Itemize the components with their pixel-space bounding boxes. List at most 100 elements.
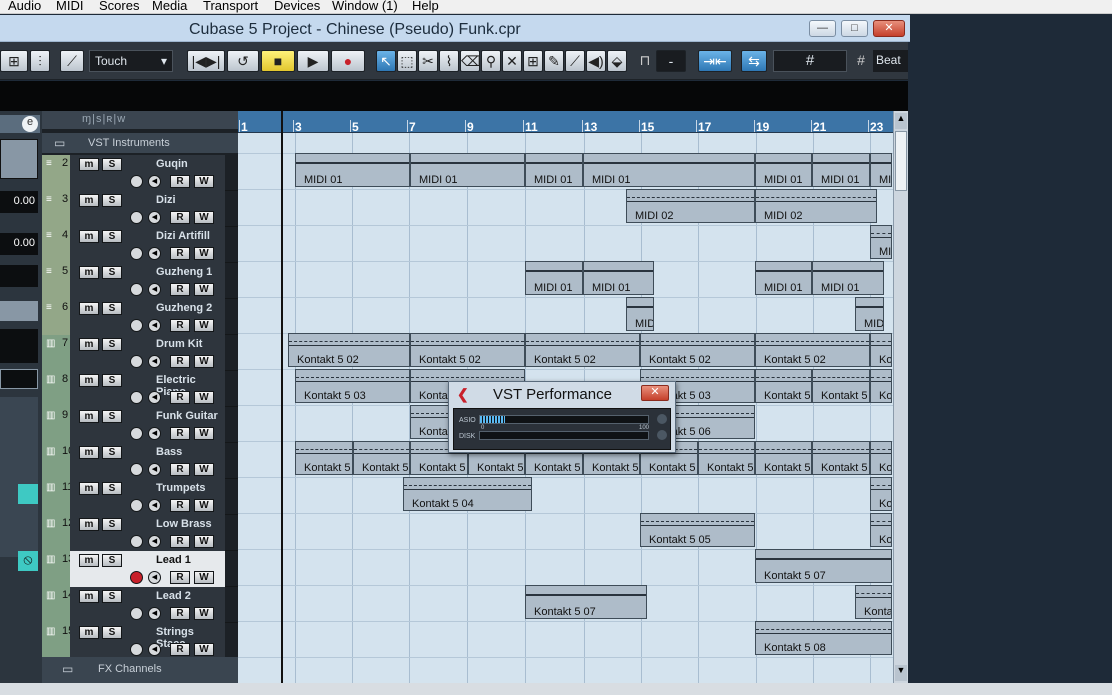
- write-automation-button[interactable]: W: [194, 463, 214, 476]
- event-part[interactable]: Kontakt 5: [353, 441, 410, 475]
- vertical-scrollbar[interactable]: ▲ ▼: [893, 111, 908, 683]
- read-automation-button[interactable]: R: [170, 175, 190, 188]
- project-cursor[interactable]: [281, 111, 283, 683]
- event-part[interactable]: MIDI 01: [812, 261, 884, 295]
- read-automation-button[interactable]: R: [170, 391, 190, 404]
- monitor-button[interactable]: ◀: [148, 607, 161, 620]
- read-automation-button[interactable]: R: [170, 607, 190, 620]
- range-tool-icon[interactable]: ⬚: [397, 50, 417, 72]
- disk-overload-icon[interactable]: [657, 430, 667, 440]
- event-part[interactable]: MI: [870, 153, 892, 187]
- read-automation-button[interactable]: R: [170, 283, 190, 296]
- record-enable-button[interactable]: [130, 211, 143, 224]
- inspector-field[interactable]: [0, 265, 38, 287]
- record-enable-button[interactable]: [130, 319, 143, 332]
- event-part[interactable]: MIDI 02: [626, 189, 755, 223]
- event-part[interactable]: MIDI 01: [525, 261, 583, 295]
- event-part[interactable]: Kontakt 5 02: [410, 333, 525, 367]
- split-tool-icon[interactable]: ✂: [418, 50, 438, 72]
- record-enable-button[interactable]: [130, 175, 143, 188]
- record-enable-button[interactable]: [130, 355, 143, 368]
- track-name[interactable]: Dizi: [156, 194, 176, 206]
- track-row[interactable]: ≡ 2 m S Guqin ◀ R W: [42, 155, 238, 191]
- read-automation-button[interactable]: R: [170, 463, 190, 476]
- event-part[interactable]: MIDI: [626, 297, 654, 331]
- track-row[interactable]: ≡ 6 m S Guzheng 2 ◀ R W: [42, 299, 238, 335]
- quantize-select[interactable]: Beat: [873, 50, 908, 72]
- folder-track[interactable]: ▭ VST Instruments: [42, 133, 238, 153]
- mute-button[interactable]: m: [79, 446, 99, 459]
- rewind-to-start-button[interactable]: |◀▶|: [187, 50, 225, 72]
- track-row[interactable]: ▥ 13 m S Lead 1 ◀ R W: [42, 551, 238, 587]
- input-routing-icon[interactable]: [0, 301, 38, 321]
- event-part[interactable]: Kontakt 5 02: [755, 333, 870, 367]
- monitor-button[interactable]: ◀: [148, 247, 161, 260]
- event-part[interactable]: Kontakt 5: [755, 369, 812, 403]
- snap-type-select[interactable]: -: [656, 50, 686, 72]
- event-part[interactable]: Kontakt 5 07: [525, 585, 647, 619]
- record-enable-button[interactable]: [130, 535, 143, 548]
- event-part[interactable]: Ko: [870, 441, 892, 475]
- track-name[interactable]: Electric Piano: [156, 374, 225, 398]
- write-automation-button[interactable]: W: [194, 607, 214, 620]
- read-automation-button[interactable]: R: [170, 427, 190, 440]
- solo-button[interactable]: S: [102, 518, 122, 531]
- constrain-icon[interactable]: ⊞: [0, 50, 28, 72]
- write-automation-button[interactable]: W: [194, 571, 214, 584]
- inspector-field[interactable]: [0, 329, 38, 363]
- menu-transport[interactable]: Transport: [203, 0, 258, 13]
- no-entry-icon[interactable]: ⦸: [18, 551, 38, 571]
- play-tool-icon[interactable]: ◀): [586, 50, 606, 72]
- minimize-button[interactable]: —: [809, 20, 836, 37]
- edit-instrument-icon[interactable]: e: [22, 116, 38, 132]
- mute-button[interactable]: m: [79, 302, 99, 315]
- mute-button[interactable]: m: [79, 230, 99, 243]
- event-part[interactable]: Ko: [870, 513, 892, 547]
- line-tool-icon[interactable]: ⟋: [565, 50, 585, 72]
- inspector-buttons[interactable]: [0, 139, 38, 179]
- record-enable-button[interactable]: [130, 463, 143, 476]
- event-part[interactable]: Kontakt 5 04: [403, 477, 532, 511]
- scroll-down-icon[interactable]: ▼: [895, 665, 907, 681]
- menu-scores[interactable]: Scores: [99, 0, 139, 13]
- event-part[interactable]: Kontakt 5: [755, 441, 812, 475]
- solo-button[interactable]: S: [102, 266, 122, 279]
- maximize-button[interactable]: □: [841, 20, 868, 37]
- monitor-button[interactable]: ◀: [148, 319, 161, 332]
- event-part[interactable]: Kontakt 5 08: [755, 621, 892, 655]
- event-part[interactable]: Kontakt 5: [295, 441, 353, 475]
- event-part[interactable]: MI: [870, 225, 892, 259]
- write-automation-button[interactable]: W: [194, 499, 214, 512]
- track-name[interactable]: Strings Stacc: [156, 626, 225, 650]
- auto-scroll-icon[interactable]: ⊓: [637, 50, 653, 72]
- track-name[interactable]: Drum Kit: [156, 338, 202, 350]
- quantize-icon[interactable]: #: [852, 50, 870, 72]
- read-automation-button[interactable]: R: [170, 319, 190, 332]
- track-row[interactable]: ▥15 mS Strings Stacc◀ RW: [42, 623, 238, 659]
- event-part[interactable]: MIDI 01: [755, 261, 812, 295]
- event-part[interactable]: Kontakt 5 02: [288, 333, 410, 367]
- monitor-button[interactable]: ◀: [148, 463, 161, 476]
- event-part[interactable]: MIDI: [855, 297, 884, 331]
- menu-devices[interactable]: Devices: [274, 0, 320, 13]
- track-name[interactable]: Dizi Artifill: [156, 230, 210, 242]
- record-enable-button[interactable]: [130, 499, 143, 512]
- solo-button[interactable]: S: [102, 446, 122, 459]
- snap-on-off-button[interactable]: ⇥⇤: [698, 50, 732, 72]
- read-automation-button[interactable]: R: [170, 571, 190, 584]
- read-automation-button[interactable]: R: [170, 643, 190, 656]
- snap-to-zero-crossing-button[interactable]: ⇆: [741, 50, 767, 72]
- menu-help[interactable]: Help: [412, 0, 439, 13]
- monitor-button[interactable]: ◀: [148, 643, 161, 656]
- write-automation-button[interactable]: W: [194, 643, 214, 656]
- color-tool-icon[interactable]: ⬙: [607, 50, 627, 72]
- close-button[interactable]: ✕: [873, 20, 905, 37]
- cycle-button[interactable]: ↺: [227, 50, 259, 72]
- mute-button[interactable]: m: [79, 554, 99, 567]
- event-part[interactable]: MIDI 01: [295, 153, 410, 187]
- event-part[interactable]: MIDI 02: [755, 189, 877, 223]
- solo-button[interactable]: S: [102, 410, 122, 423]
- track-row[interactable]: ▥ 11 m S Trumpets ◀ R W: [42, 479, 238, 515]
- monitor-button[interactable]: ◀: [148, 499, 161, 512]
- write-automation-button[interactable]: W: [194, 319, 214, 332]
